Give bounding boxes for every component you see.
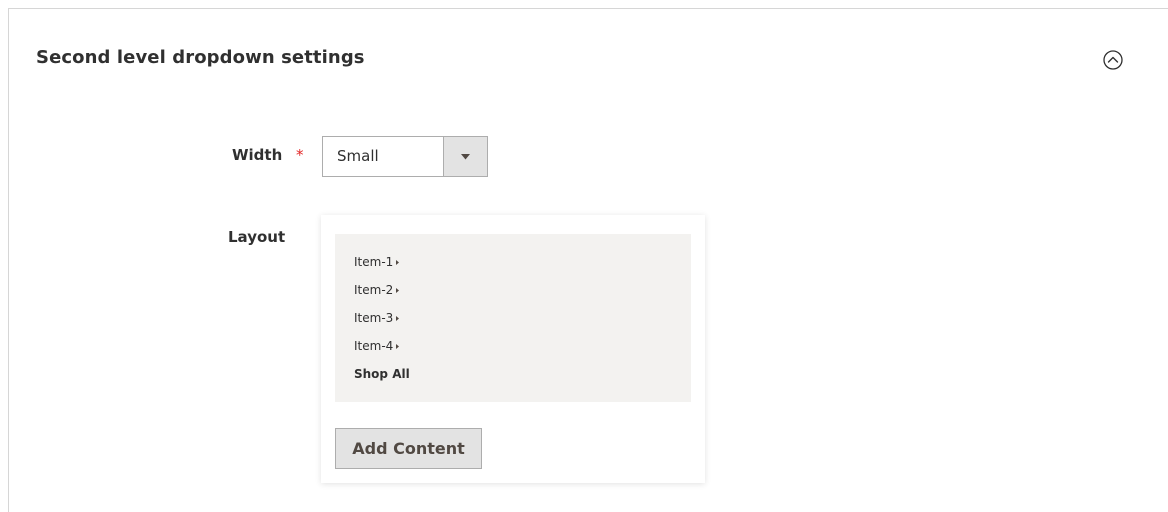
layout-card: Item-1 Item-2 Item-3 Item-4 Shop All Add… [321, 215, 705, 483]
menu-item: Item-2 [354, 283, 400, 297]
chevron-up-circle-icon [1103, 50, 1123, 70]
shop-all-item: Shop All [354, 367, 410, 381]
section-title: Second level dropdown settings [36, 47, 365, 68]
menu-item-label: Item-1 [354, 255, 394, 269]
menu-item-label: Item-3 [354, 311, 394, 325]
menu-item: Item-3 [354, 311, 400, 325]
menu-item-label: Item-4 [354, 339, 394, 353]
caret-right-icon [396, 260, 400, 265]
width-select-toggle[interactable] [443, 137, 487, 176]
triangle-down-icon [461, 154, 470, 160]
menu-item: Item-4 [354, 339, 400, 353]
width-select[interactable]: Small [322, 136, 488, 177]
width-select-value: Small [337, 147, 379, 165]
caret-right-icon [396, 288, 400, 293]
menu-item: Item-1 [354, 255, 400, 269]
required-marker: * [296, 146, 304, 164]
layout-label: Layout [228, 228, 286, 246]
layout-preview: Item-1 Item-2 Item-3 Item-4 Shop All [335, 234, 691, 402]
caret-right-icon [396, 316, 400, 321]
caret-right-icon [396, 344, 400, 349]
add-content-button[interactable]: Add Content [335, 428, 482, 469]
collapse-section-button[interactable] [1103, 50, 1123, 70]
menu-item-label: Item-2 [354, 283, 394, 297]
width-label: Width [232, 146, 283, 164]
